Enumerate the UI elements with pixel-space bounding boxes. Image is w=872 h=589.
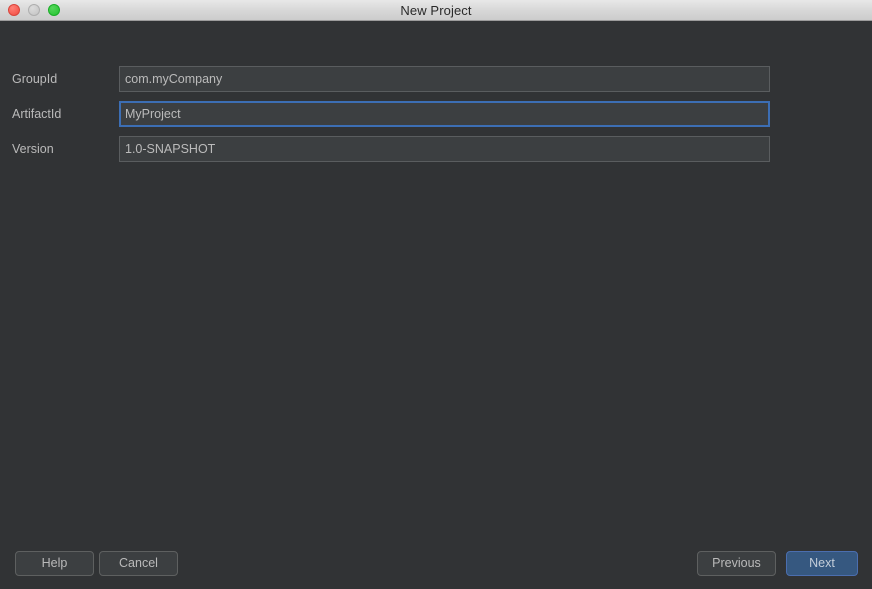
dialog-content: GroupId ArtifactId Version Help Cancel P… (0, 21, 872, 589)
minimize-window-icon[interactable] (28, 4, 40, 16)
artifactid-label: ArtifactId (12, 107, 62, 121)
close-window-icon[interactable] (8, 4, 20, 16)
groupid-input[interactable] (119, 66, 770, 92)
help-button[interactable]: Help (15, 551, 94, 576)
groupid-label: GroupId (12, 72, 58, 86)
version-input[interactable] (119, 136, 770, 162)
artifactid-input[interactable] (119, 101, 770, 127)
version-label: Version (12, 142, 54, 156)
new-project-dialog: New Project GroupId ArtifactId Version H… (0, 0, 872, 589)
dialog-footer: Help Cancel Previous Next (0, 541, 872, 589)
cancel-button[interactable]: Cancel (99, 551, 178, 576)
window-titlebar: New Project (0, 0, 872, 21)
window-controls (8, 0, 60, 20)
zoom-window-icon[interactable] (48, 4, 60, 16)
form-row-artifactid: ArtifactId (0, 101, 872, 127)
form-row-groupid: GroupId (0, 66, 872, 92)
previous-button[interactable]: Previous (697, 551, 776, 576)
next-button[interactable]: Next (786, 551, 858, 576)
window-title: New Project (400, 2, 472, 18)
form-row-version: Version (0, 136, 872, 162)
